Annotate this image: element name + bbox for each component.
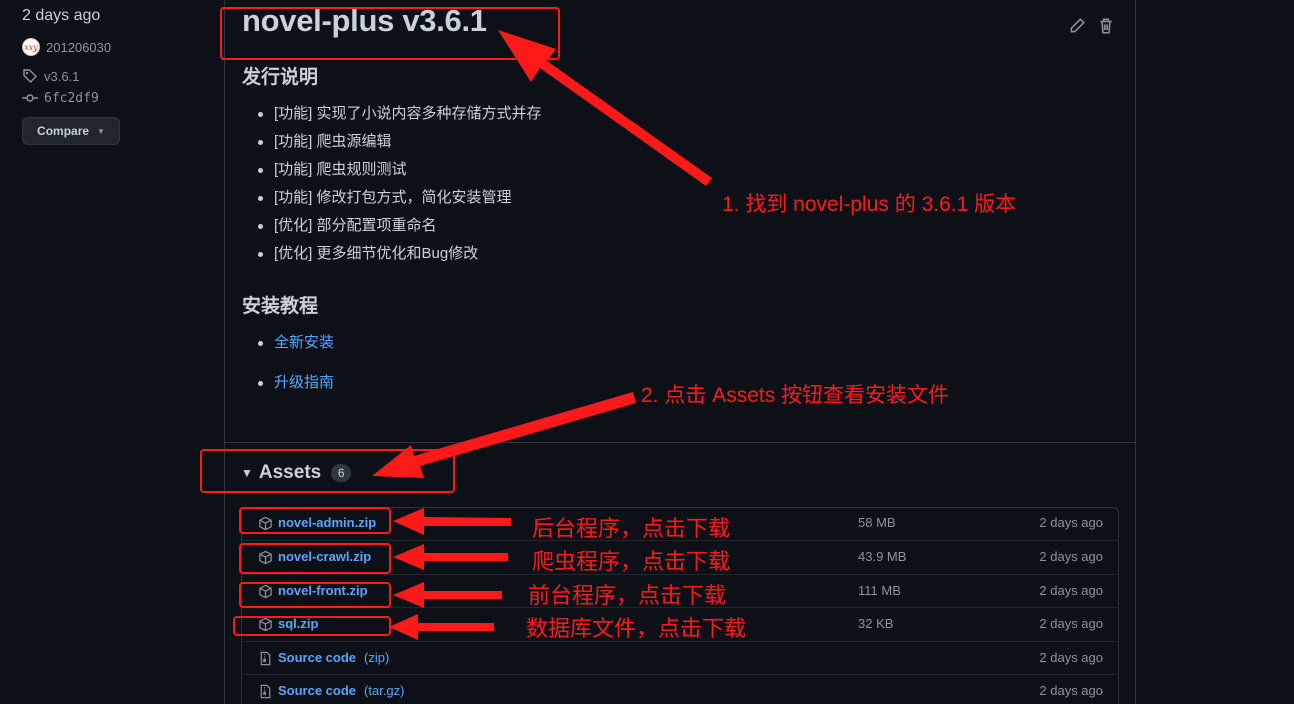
annotation-crawl: 爬虫程序，点击下载 bbox=[532, 549, 731, 574]
arrow-to-title bbox=[498, 30, 712, 186]
annotation-step2: 2. 点击 Assets 按钮查看安装文件 bbox=[641, 384, 950, 407]
annotation-admin: 后台程序，点击下载 bbox=[532, 516, 731, 541]
arrow-to-assets bbox=[372, 392, 636, 478]
arrow-to-front bbox=[393, 582, 502, 608]
annotation-step1: 1. 找到 novel-plus 的 3.6.1 版本 bbox=[722, 193, 1017, 216]
annotation-front: 前台程序，点击下载 bbox=[528, 583, 727, 608]
arrow-to-admin bbox=[393, 508, 511, 535]
arrow-to-sql bbox=[389, 614, 494, 640]
arrow-to-crawl bbox=[393, 544, 508, 570]
annotation-sql: 数据库文件，点击下载 bbox=[526, 616, 747, 641]
